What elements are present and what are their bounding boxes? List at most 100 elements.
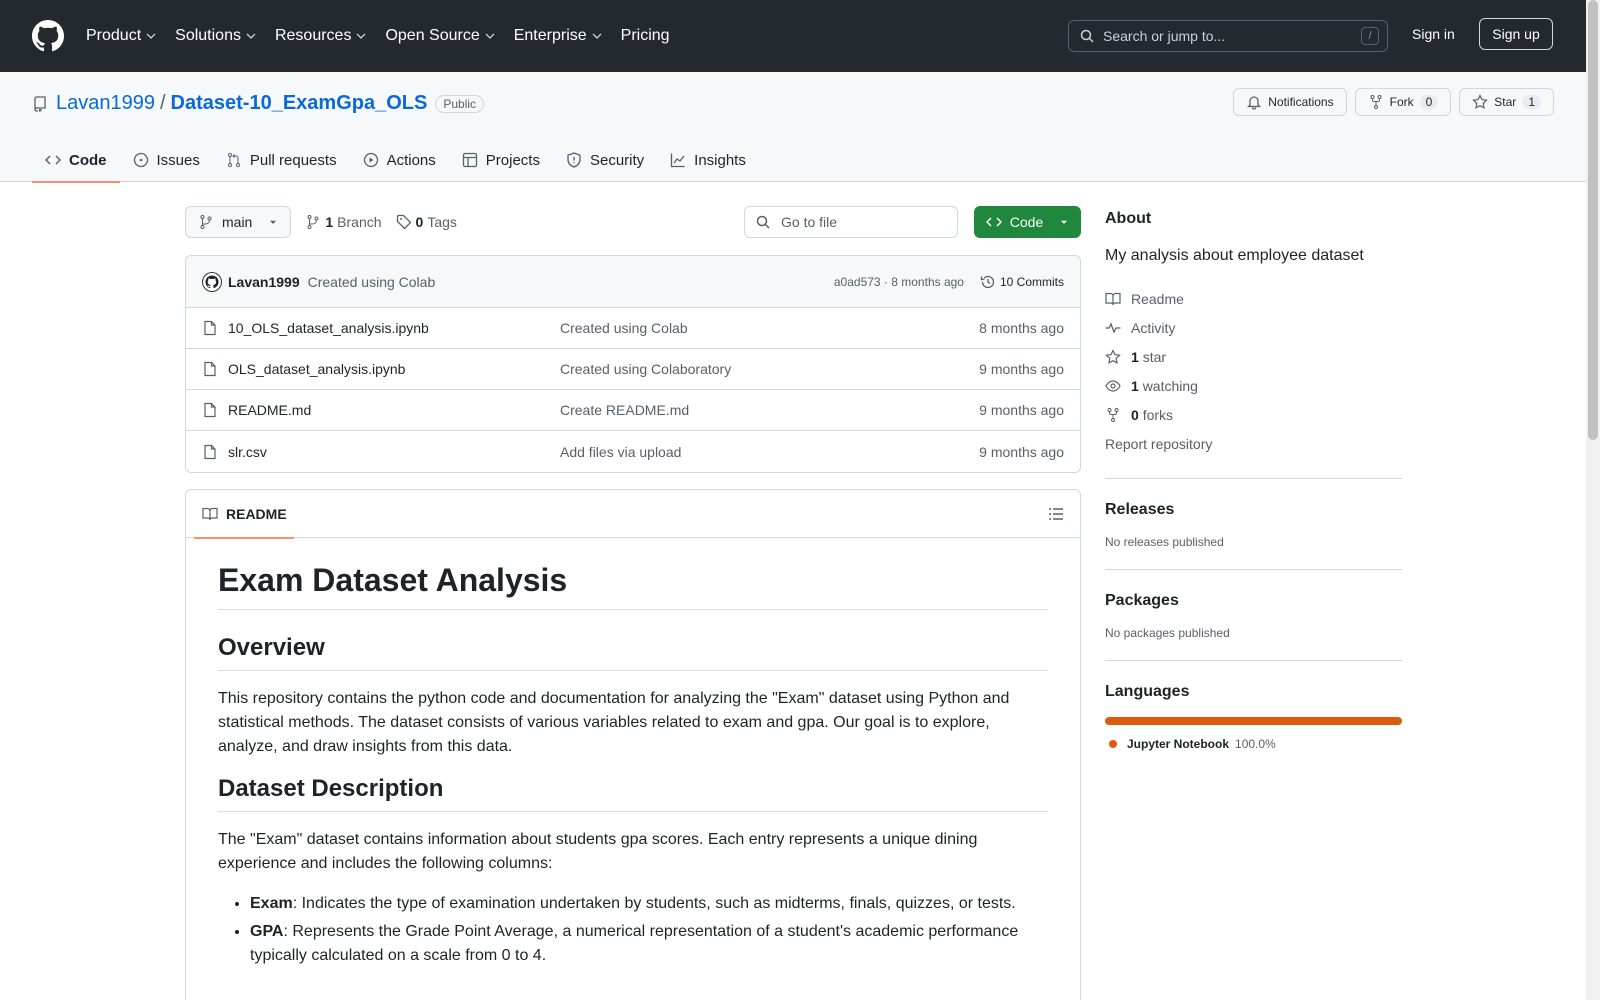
- play-icon: [363, 152, 378, 168]
- language-color-dot: [1109, 740, 1117, 748]
- watchers-link[interactable]: 1 watching: [1105, 371, 1402, 400]
- tab-security[interactable]: Security: [553, 138, 657, 182]
- nav-enterprise[interactable]: Enterprise: [514, 27, 603, 45]
- caret-down-icon: [1061, 220, 1068, 224]
- tab-code-label: Code: [69, 151, 107, 169]
- book-icon: [1105, 292, 1121, 305]
- notifications-label: Notifications: [1268, 95, 1334, 109]
- star-icon: [1105, 348, 1121, 364]
- commit-meta: a0ad573 · 8 months ago 10 Commits: [834, 274, 1064, 290]
- file-name-link[interactable]: OLS_dataset_analysis.ipynb: [228, 361, 560, 377]
- releases-heading[interactable]: Releases: [1105, 501, 1402, 519]
- github-logo-icon[interactable]: [32, 20, 64, 52]
- nav-pricing[interactable]: Pricing: [621, 27, 670, 45]
- forks-link[interactable]: 0 forks: [1105, 400, 1402, 429]
- list-item-term: Exam: [250, 895, 293, 912]
- file-commit-message[interactable]: Add files via upload: [560, 444, 979, 460]
- tab-pull-requests[interactable]: Pull requests: [213, 138, 350, 182]
- file-commit-message[interactable]: Created using Colaboratory: [560, 361, 979, 377]
- forks-count: 0: [1131, 406, 1139, 423]
- pulse-icon: [1105, 321, 1121, 334]
- go-to-file-input[interactable]: Go to file: [744, 206, 958, 238]
- sign-up-button[interactable]: Sign up: [1479, 18, 1553, 50]
- file-name-link[interactable]: slr.csv: [228, 444, 560, 460]
- avatar[interactable]: [202, 271, 222, 292]
- tab-issues[interactable]: Issues: [120, 138, 213, 182]
- tab-actions-label: Actions: [386, 151, 436, 169]
- nav-product[interactable]: Product: [86, 27, 157, 45]
- branch-count-label: Branch: [337, 214, 382, 230]
- tab-projects-label: Projects: [485, 151, 540, 169]
- go-to-file-placeholder: Go to file: [781, 214, 838, 230]
- repo-tabs: Code Issues Pull requests Actions Projec…: [32, 138, 759, 183]
- chevron-down-icon: [592, 33, 602, 39]
- fork-icon: [1107, 407, 1119, 422]
- sign-in-link[interactable]: Sign in: [1412, 26, 1455, 42]
- chevron-down-icon: [146, 33, 156, 39]
- commits-count: 10 Commits: [999, 274, 1064, 289]
- releases-section: Releases No releases published: [1105, 478, 1402, 549]
- global-search-input[interactable]: Search or jump to... /: [1068, 20, 1388, 52]
- commit-message-link[interactable]: Created using Colab: [308, 274, 436, 290]
- list-unordered-icon[interactable]: [1048, 506, 1064, 522]
- releases-empty-text: No releases published: [1105, 535, 1224, 549]
- stars-count: 1: [1131, 348, 1139, 365]
- branch-icon: [200, 215, 212, 229]
- report-repository-link[interactable]: Report repository: [1105, 429, 1402, 458]
- file-commit-message[interactable]: Created using Colab: [560, 320, 979, 336]
- commit-author-link[interactable]: Lavan1999: [228, 274, 300, 290]
- tab-insights[interactable]: Insights: [657, 138, 759, 182]
- packages-heading[interactable]: Packages: [1105, 592, 1402, 610]
- readme-column-list: Exam: Indicates the type of examination …: [218, 892, 1048, 968]
- file-name-link[interactable]: 10_OLS_dataset_analysis.ipynb: [228, 320, 560, 336]
- code-dropdown-button[interactable]: Code: [974, 206, 1081, 238]
- star-button[interactable]: Star 1: [1459, 88, 1554, 116]
- readme-tab[interactable]: README: [194, 490, 294, 539]
- file-name-link[interactable]: README.md: [228, 402, 560, 418]
- repo-title: Lavan1999 / Dataset-10_ExamGpa_OLS Publi…: [32, 92, 485, 115]
- branch-icon: [307, 215, 319, 229]
- fork-button[interactable]: Fork 0: [1354, 88, 1452, 116]
- file-commit-message[interactable]: Create README.md: [560, 402, 979, 418]
- readme-title: Exam Dataset Analysis: [218, 562, 1048, 610]
- packages-section: Packages No packages published: [1105, 569, 1402, 640]
- readme-header: README: [186, 490, 1080, 539]
- table-row: OLS_dataset_analysis.ipynb Created using…: [186, 349, 1080, 390]
- readme-body: Exam Dataset Analysis Overview This repo…: [186, 538, 1080, 996]
- languages-heading: Languages: [1105, 683, 1190, 700]
- scrollbar-thumb[interactable]: [1588, 0, 1598, 440]
- file-commit-date: 9 months ago: [979, 361, 1064, 377]
- branches-link[interactable]: 1 Branch: [305, 214, 382, 230]
- nav-open-source-label: Open Source: [385, 27, 480, 44]
- caret-down-icon: [270, 220, 277, 224]
- stars-link[interactable]: 1 star: [1105, 342, 1402, 371]
- commits-history-link[interactable]: 10 Commits: [980, 274, 1064, 290]
- notifications-button[interactable]: Notifications: [1233, 88, 1347, 116]
- tab-actions[interactable]: Actions: [350, 138, 449, 182]
- bell-icon: [1247, 96, 1262, 110]
- file-icon: [204, 402, 216, 418]
- about-heading: About: [1105, 210, 1152, 227]
- repo-owner-link[interactable]: Lavan1999: [56, 92, 155, 115]
- language-bar: [1105, 717, 1402, 725]
- commit-hash-time[interactable]: a0ad573 · 8 months ago: [834, 275, 964, 289]
- tags-link[interactable]: 0 Tags: [396, 214, 457, 230]
- branch-selector[interactable]: main: [185, 206, 292, 238]
- fork-label: Fork: [1389, 95, 1414, 109]
- packages-empty-text: No packages published: [1105, 626, 1230, 640]
- repo-name-link[interactable]: Dataset-10_ExamGpa_OLS: [171, 92, 428, 115]
- activity-link[interactable]: Activity: [1105, 313, 1402, 342]
- nav-solutions[interactable]: Solutions: [175, 27, 257, 45]
- page-scrollbar[interactable]: [1586, 0, 1600, 1000]
- nav-resources[interactable]: Resources: [275, 27, 367, 45]
- tab-projects[interactable]: Projects: [449, 138, 553, 182]
- file-commit-date: 9 months ago: [979, 402, 1064, 418]
- tab-code[interactable]: Code: [32, 138, 120, 183]
- activity-link-label: Activity: [1131, 319, 1176, 336]
- readme-link[interactable]: Readme: [1105, 284, 1402, 313]
- tab-issues-label: Issues: [156, 151, 200, 169]
- file-browser: Lavan1999 Created using Colab a0ad573 · …: [185, 255, 1081, 473]
- eye-icon: [1105, 379, 1121, 392]
- language-item[interactable]: Jupyter Notebook 100.0%: [1105, 737, 1402, 751]
- nav-open-source[interactable]: Open Source: [385, 27, 495, 45]
